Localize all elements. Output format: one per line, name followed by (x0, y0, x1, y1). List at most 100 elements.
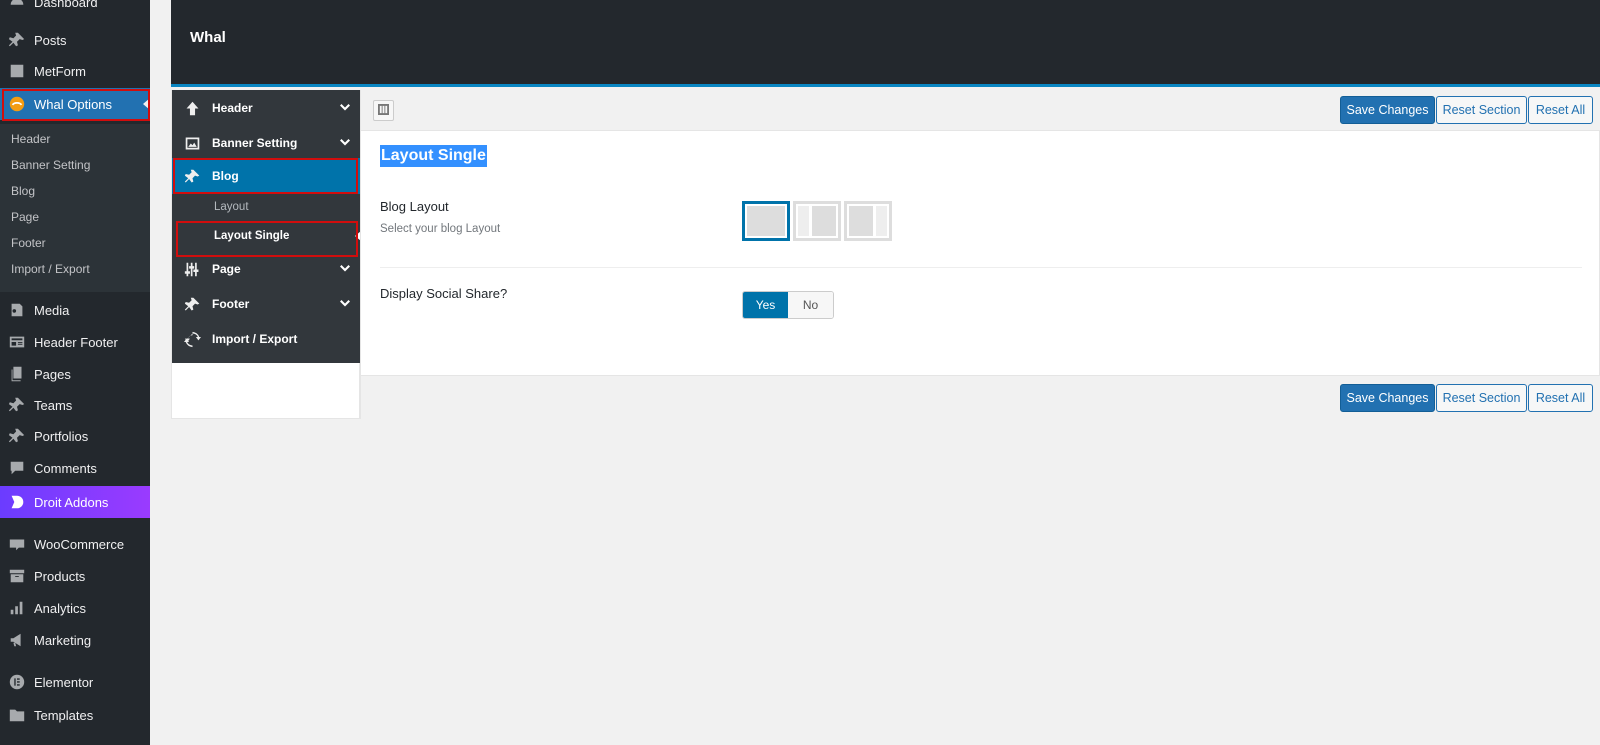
menu-posts[interactable]: Posts (0, 24, 150, 56)
form-icon (0, 62, 34, 80)
whal-options-submenu: Header Banner Setting Blog Page Footer I… (0, 124, 150, 292)
menu-label: Templates (34, 707, 94, 723)
layout-option-left-sidebar[interactable] (793, 201, 841, 241)
chevron-down-icon (339, 102, 351, 117)
layout-option-right-sidebar[interactable] (844, 201, 892, 241)
options-item-blog[interactable]: Blog (172, 158, 361, 194)
pin-icon (0, 427, 34, 445)
submenu-import-export[interactable]: Import / Export (11, 259, 90, 279)
menu-products[interactable]: Products (0, 560, 150, 592)
options-item-banner-setting[interactable]: Banner Setting (172, 125, 361, 161)
pin-icon (0, 396, 34, 414)
options-item-import-export[interactable]: Import / Export (172, 321, 361, 357)
menu-templates[interactable]: Templates (0, 699, 150, 731)
menu-analytics[interactable]: Analytics (0, 592, 150, 624)
save-changes-button[interactable]: Save Changes (1340, 96, 1435, 124)
options-sub-layout[interactable]: Layout (214, 195, 249, 219)
social-share-no[interactable]: No (788, 292, 833, 318)
reset-all-button[interactable]: Reset All (1528, 96, 1593, 124)
pin-icon (172, 168, 212, 185)
options-panel: Save Changes Reset Section Reset All Lay… (360, 90, 1600, 419)
options-item-header[interactable]: Header (172, 90, 361, 126)
expand-icon (378, 103, 389, 118)
layout-option-full-width[interactable] (742, 201, 790, 241)
layout-preview (849, 206, 873, 236)
whal-logo-icon (0, 95, 34, 113)
layout-preview-sidebar (798, 206, 809, 236)
menu-label: Marketing (34, 632, 92, 648)
menu-comments[interactable]: Comments (0, 452, 150, 484)
folder-icon (0, 706, 34, 724)
layout-preview-sidebar (876, 206, 887, 236)
sliders-icon (172, 261, 212, 278)
menu-marketing[interactable]: Marketing (0, 624, 150, 656)
chevron-down-icon (339, 263, 351, 278)
menu-media[interactable]: Media (0, 294, 150, 326)
menu-label: Products (34, 568, 86, 584)
refresh-icon (172, 331, 212, 348)
menu-portfolios[interactable]: Portfolios (0, 420, 150, 452)
social-share-toggle: Yes No (742, 291, 834, 319)
submenu-banner-setting[interactable]: Banner Setting (11, 155, 90, 175)
bar-chart-icon (0, 599, 34, 617)
menu-label: MetForm (34, 63, 86, 79)
menu-dashboard[interactable]: Dashboard (0, 0, 150, 18)
social-share-label: Display Social Share? (380, 286, 508, 301)
menu-droit-addons[interactable]: Droit Addons (0, 486, 150, 518)
menu-elementor[interactable]: Elementor (0, 666, 150, 698)
pages-icon (0, 365, 34, 383)
menu-woocommerce[interactable]: WooCommerce (0, 528, 150, 560)
dashboard-icon (0, 0, 34, 11)
options-item-label: Page (212, 262, 241, 276)
submenu-blog[interactable]: Blog (11, 181, 35, 201)
menu-whal-options[interactable]: Whal Options (0, 88, 150, 120)
pin-icon (172, 296, 212, 313)
options-item-label: Import / Export (212, 332, 298, 346)
admin-sidebar: Dashboard Posts MetForm Whal Options Hea… (0, 0, 150, 745)
section-title: Layout Single (380, 145, 487, 167)
archive-icon (0, 567, 34, 585)
options-sidebar: Header Banner Setting Blog Layout Layout… (171, 90, 361, 419)
options-item-label: Footer (212, 297, 250, 311)
options-header: Whal (171, 0, 1600, 87)
options-item-page[interactable]: Page (172, 251, 361, 287)
bottom-toolbar: Save Changes Reset Section Reset All (361, 375, 1600, 419)
reset-section-button[interactable]: Reset Section (1436, 96, 1527, 124)
layout-preview (747, 206, 785, 236)
expand-options-button[interactable] (373, 100, 394, 121)
options-item-label: Banner Setting (212, 136, 298, 150)
blog-layout-description: Select your blog Layout (380, 223, 501, 235)
menu-label: Comments (34, 460, 97, 476)
menu-label: Header Footer (34, 334, 118, 350)
megaphone-icon (0, 631, 34, 649)
menu-teams[interactable]: Teams (0, 389, 150, 421)
submenu-header[interactable]: Header (11, 129, 50, 149)
menu-metform[interactable]: MetForm (0, 55, 150, 87)
menu-label: Portfolios (34, 428, 89, 444)
reset-all-button[interactable]: Reset All (1528, 384, 1593, 412)
header-footer-icon (0, 333, 34, 351)
options-item-label: Blog (212, 169, 239, 183)
submenu-page[interactable]: Page (11, 207, 39, 227)
menu-label: Droit Addons (34, 494, 109, 510)
menu-label: WooCommerce (34, 536, 125, 552)
menu-pages[interactable]: Pages (0, 358, 150, 390)
menu-header-footer[interactable]: Header Footer (0, 326, 150, 358)
social-share-yes[interactable]: Yes (743, 292, 788, 318)
submenu-footer[interactable]: Footer (11, 233, 46, 253)
menu-label: Posts (34, 32, 67, 48)
save-changes-button[interactable]: Save Changes (1340, 384, 1435, 412)
reset-section-button[interactable]: Reset Section (1436, 384, 1527, 412)
comment-icon (0, 459, 34, 477)
active-indicator (143, 98, 150, 110)
menu-label: Pages (34, 366, 71, 382)
field-divider (380, 267, 1582, 268)
options-sub-layout-single[interactable]: Layout Single (214, 224, 289, 248)
menu-label: Media (34, 302, 70, 318)
chevron-down-icon (339, 137, 351, 152)
menu-label: Teams (34, 397, 73, 413)
options-item-label: Header (212, 101, 253, 115)
options-item-footer[interactable]: Footer (172, 286, 361, 322)
menu-label: Analytics (34, 600, 87, 616)
menu-label: Dashboard (34, 0, 98, 10)
